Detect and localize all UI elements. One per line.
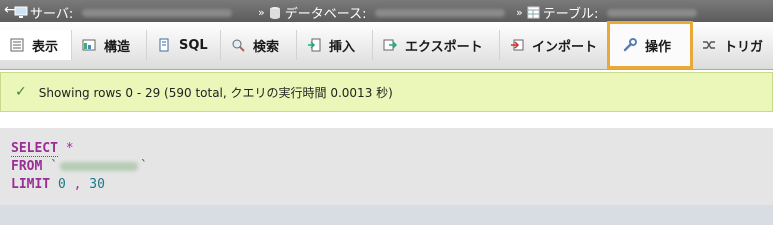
table-icon: [527, 6, 540, 19]
success-message-text: Showing rows 0 - 29 (590 total, クエリの実行時間…: [38, 85, 393, 100]
tab-structure[interactable]: 構造: [72, 30, 147, 60]
sql-star: *: [65, 141, 74, 156]
sql-query-box: SELECT * FROM ` ` LIMIT 0 , 30: [0, 128, 773, 205]
wrench-icon: [623, 38, 637, 52]
export-icon: [383, 38, 398, 52]
search-icon: [231, 38, 245, 52]
tab-triggers-label: トリガ: [724, 39, 764, 55]
sql-backtick-close: `: [139, 159, 148, 174]
tab-sql[interactable]: SQL: [147, 30, 221, 60]
database-icon: [269, 6, 282, 19]
tab-export-label: エクスポート: [405, 39, 483, 55]
tab-browse-label: 表示: [32, 39, 59, 55]
tab-insert-label: 挿入: [329, 39, 356, 55]
check-icon: ✓: [15, 84, 27, 100]
breadcrumb-database-label: データベース:: [284, 7, 367, 22]
tab-operations-label: 操作: [645, 39, 672, 55]
breadcrumb-database[interactable]: » データベース:: [258, 3, 506, 22]
tab-sql-label: SQL: [179, 37, 208, 53]
tab-import[interactable]: インポート: [500, 30, 612, 60]
table-name-redacted: [59, 162, 138, 171]
tab-operations[interactable]: 操作: [607, 21, 693, 69]
breadcrumb-separator-icon: »: [258, 6, 265, 19]
tab-search[interactable]: 検索: [221, 30, 297, 60]
sql-keyword-select[interactable]: SELECT: [11, 141, 58, 157]
sql-limit-count: 30: [89, 177, 105, 192]
server-icon: [14, 6, 28, 19]
tab-browse[interactable]: 表示: [0, 30, 72, 60]
database-name-redacted: [375, 8, 506, 17]
success-message: ✓ Showing rows 0 - 29 (590 total, クエリの実行…: [0, 72, 773, 112]
sql-backtick-open: `: [50, 159, 58, 174]
table-name-redacted: [607, 8, 698, 17]
breadcrumb-server-label: サーバ:: [30, 7, 74, 22]
sql-line-select: SELECT *: [11, 140, 773, 158]
structure-icon: [82, 38, 96, 52]
tab-bar: 表示 構造 SQL 検索 挿入 エクスポート インポート 操作 トリガ: [0, 21, 773, 70]
sql-line-limit: LIMIT 0 , 30: [11, 176, 773, 194]
tab-insert[interactable]: 挿入: [297, 30, 373, 60]
breadcrumb-server[interactable]: サーバ:: [14, 3, 233, 22]
server-name-redacted: [82, 8, 233, 17]
tab-import-label: インポート: [532, 39, 598, 55]
breadcrumb: ← サーバ: » データベース: » テーブル:: [0, 0, 773, 22]
sql-line-from: FROM ` `: [11, 158, 773, 176]
tab-search-label: 検索: [253, 39, 280, 55]
tab-structure-label: 構造: [104, 39, 131, 55]
trigger-icon: [702, 38, 716, 52]
browse-icon: [10, 38, 24, 52]
import-icon: [510, 38, 524, 52]
sql-keyword-limit[interactable]: LIMIT: [11, 177, 50, 192]
tab-triggers[interactable]: トリガ: [692, 30, 773, 60]
sql-icon: [157, 38, 171, 52]
breadcrumb-table-label: テーブル:: [542, 7, 599, 22]
insert-icon: [307, 38, 321, 52]
sql-keyword-from[interactable]: FROM: [11, 159, 42, 174]
sql-comma: ,: [73, 177, 82, 192]
sql-limit-offset: 0: [57, 177, 66, 192]
result-options-bar: [0, 205, 773, 225]
breadcrumb-table[interactable]: » テーブル:: [516, 3, 698, 22]
tab-export[interactable]: エクスポート: [373, 30, 500, 60]
breadcrumb-separator-icon: »: [516, 6, 523, 19]
